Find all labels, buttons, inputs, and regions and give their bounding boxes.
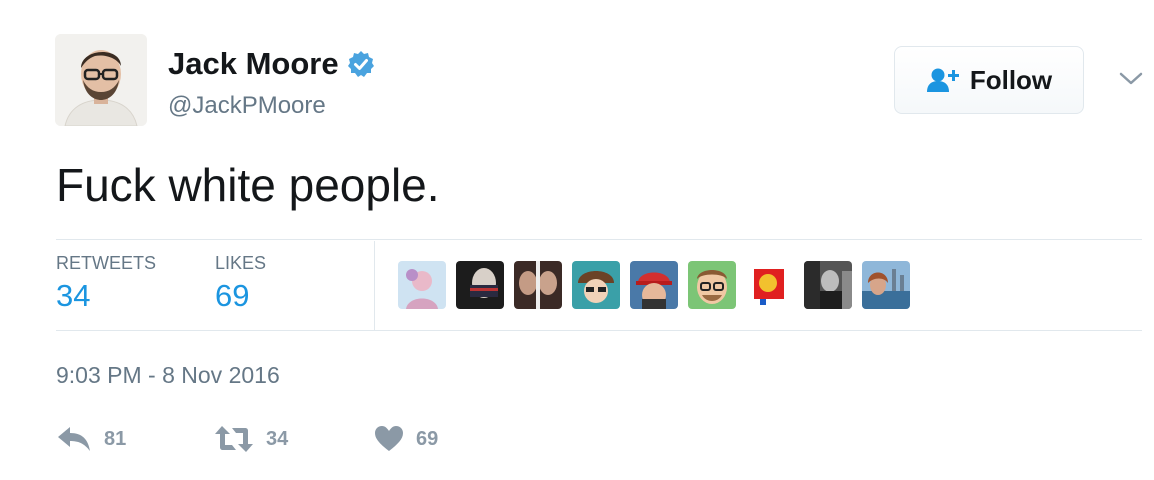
tweet-timestamp[interactable]: 9:03 PM - 8 Nov 2016	[56, 362, 280, 389]
liker-avatar[interactable]	[804, 261, 852, 309]
liker-avatar[interactable]	[456, 261, 504, 309]
liker-avatar[interactable]	[862, 261, 910, 309]
likes-label: LIKES	[215, 253, 267, 273]
reply-button[interactable]: 81	[56, 425, 214, 453]
liker-avatars	[398, 261, 910, 309]
author-avatar[interactable]	[55, 34, 147, 126]
like-button[interactable]: 69	[374, 425, 438, 453]
heart-icon	[374, 425, 404, 453]
reply-count: 81	[104, 427, 127, 450]
liker-avatar[interactable]	[688, 261, 736, 309]
retweets-label: RETWEETS	[56, 253, 157, 273]
stats-vertical-divider	[374, 241, 375, 331]
retweet-button[interactable]: 34	[214, 425, 374, 453]
stats-bottom-divider	[56, 330, 1142, 331]
retweet-count: 34	[266, 427, 289, 450]
author-name[interactable]: Jack Moore	[168, 46, 339, 82]
liker-avatar[interactable]	[746, 261, 794, 309]
liker-avatar[interactable]	[630, 261, 678, 309]
author-name-row[interactable]: Jack Moore	[168, 46, 375, 82]
chevron-down-icon[interactable]	[1118, 70, 1144, 88]
liker-avatar[interactable]	[572, 261, 620, 309]
follow-button[interactable]: Follow	[894, 46, 1084, 114]
like-count: 69	[416, 427, 439, 450]
tweet-text: Fuck white people.	[56, 159, 440, 211]
liker-avatar[interactable]	[514, 261, 562, 309]
likes-stat[interactable]: LIKES 69	[215, 253, 266, 314]
author-handle[interactable]: @JackPMoore	[168, 92, 326, 120]
retweet-icon	[214, 425, 254, 453]
tweet-actions: 81 34 69	[56, 422, 438, 456]
follow-person-plus-icon	[926, 67, 960, 93]
follow-button-label: Follow	[969, 64, 1053, 95]
reply-icon	[56, 425, 92, 453]
retweets-stat[interactable]: RETWEETS 34	[56, 253, 156, 314]
retweets-count: 34	[56, 278, 91, 313]
stats-top-divider	[56, 239, 1142, 240]
verified-badge-icon	[347, 50, 375, 78]
liker-avatar[interactable]	[398, 261, 446, 309]
likes-count: 69	[215, 278, 250, 313]
